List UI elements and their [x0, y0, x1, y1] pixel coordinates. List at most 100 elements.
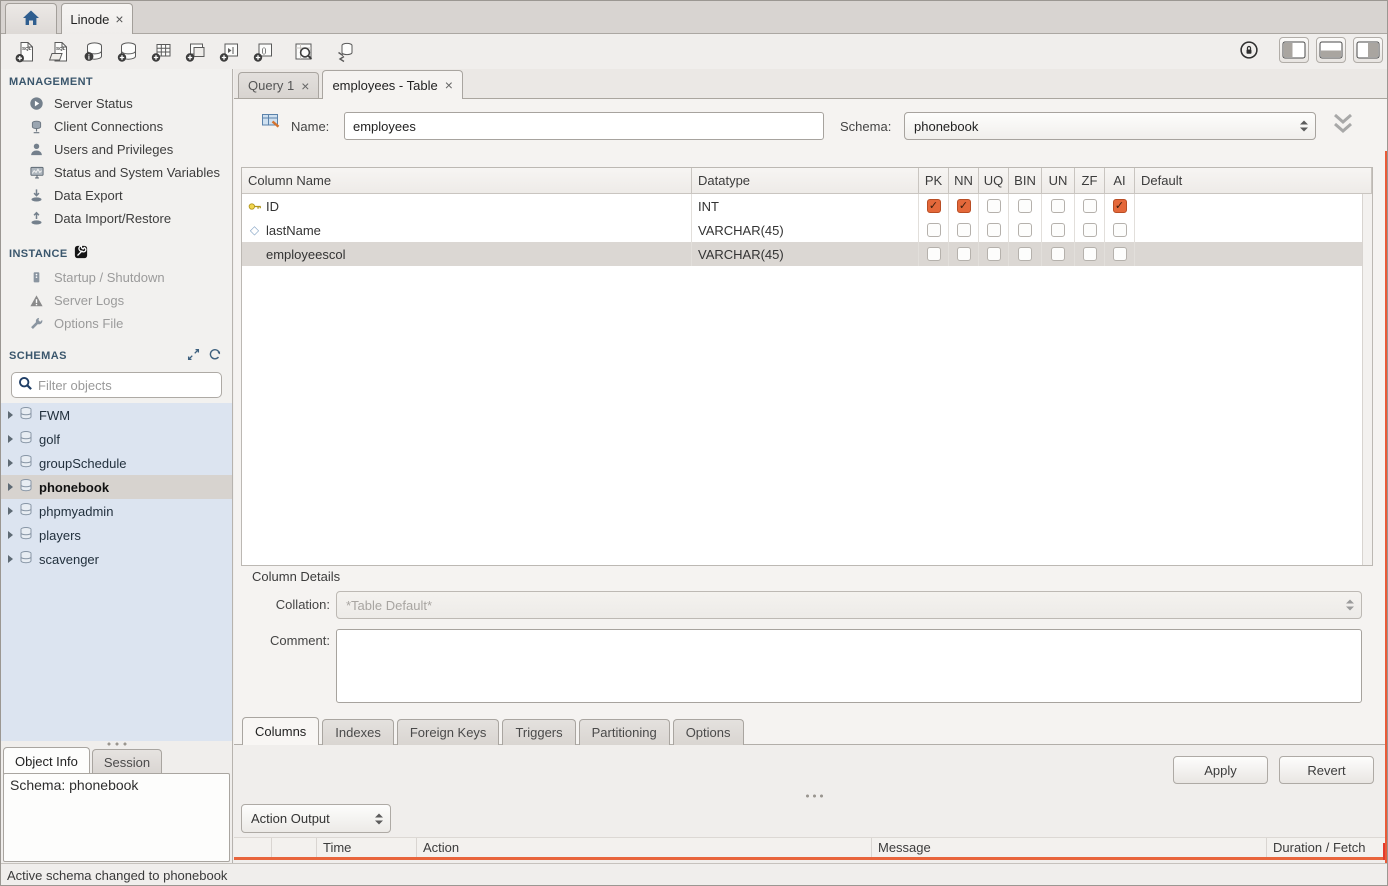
nn-checkbox[interactable] [957, 199, 971, 213]
header-bin[interactable]: BIN [1009, 168, 1042, 193]
create-table-button[interactable] [145, 38, 179, 66]
sidebar-item-startup-shutdown[interactable]: Startup / Shutdown [1, 266, 232, 289]
sidebar-item-data-export[interactable]: Data Export [1, 184, 232, 207]
pk-checkbox[interactable] [927, 223, 941, 237]
header-action[interactable]: Action [417, 838, 872, 857]
schema-inspector-button[interactable]: i [77, 38, 111, 66]
zf-checkbox[interactable] [1083, 247, 1097, 261]
grid-vertical-scrollbar[interactable] [1362, 194, 1372, 565]
toggle-left-panel-button[interactable] [1279, 37, 1309, 63]
home-tab[interactable] [5, 3, 57, 34]
output-type-select[interactable]: Action Output [241, 804, 391, 833]
create-view-button[interactable] [179, 38, 213, 66]
create-schema-button[interactable] [111, 38, 145, 66]
tab-session[interactable]: Session [92, 749, 162, 774]
uq-checkbox[interactable] [987, 223, 1001, 237]
apply-button[interactable]: Apply [1173, 756, 1268, 784]
expander-icon[interactable] [8, 507, 13, 515]
un-checkbox[interactable] [1051, 247, 1065, 261]
tab-foreign-keys[interactable]: Foreign Keys [397, 719, 500, 745]
tab-query-1[interactable]: Query 1 × [238, 72, 319, 98]
schema-item-phpmyadmin[interactable]: phpmyadmin [1, 499, 232, 523]
refresh-icon[interactable] [208, 348, 222, 364]
sidebar-item-options-file[interactable]: Options File [1, 312, 232, 335]
header-ai[interactable]: AI [1105, 168, 1135, 193]
header-duration-fetch[interactable]: Duration / Fetch [1267, 838, 1388, 857]
column-row-id[interactable]: ID INT [242, 194, 1372, 218]
ai-checkbox[interactable] [1113, 199, 1127, 213]
revert-button[interactable]: Revert [1279, 756, 1374, 784]
reconnect-dbms-button[interactable] [327, 38, 361, 66]
expander-icon[interactable] [8, 555, 13, 563]
tab-object-info[interactable]: Object Info [3, 747, 90, 774]
nn-checkbox[interactable] [957, 247, 971, 261]
ai-checkbox[interactable] [1113, 247, 1127, 261]
expander-icon[interactable] [8, 411, 13, 419]
header-zf[interactable]: ZF [1075, 168, 1105, 193]
open-sql-script-button[interactable]: SQL [43, 38, 77, 66]
schema-item-fwm[interactable]: FWM [1, 403, 232, 427]
expander-icon[interactable] [8, 531, 13, 539]
tab-columns[interactable]: Columns [242, 717, 319, 745]
sidebar-item-system-variables[interactable]: Status and System Variables [1, 161, 232, 184]
create-procedure-button[interactable] [213, 38, 247, 66]
schema-item-players[interactable]: players [1, 523, 232, 547]
schema-select[interactable]: phonebook [904, 112, 1316, 140]
search-table-data-button[interactable] [287, 38, 321, 66]
schema-item-groupschedule[interactable]: groupSchedule [1, 451, 232, 475]
bin-checkbox[interactable] [1018, 247, 1032, 261]
un-checkbox[interactable] [1051, 223, 1065, 237]
pk-checkbox[interactable] [927, 199, 941, 213]
close-icon[interactable]: × [115, 12, 123, 26]
column-row-employeescol[interactable]: employeescol VARCHAR(45) [242, 242, 1372, 266]
header-message[interactable]: Message [872, 838, 1267, 857]
sidebar-item-client-connections[interactable]: Client Connections [1, 115, 232, 138]
expand-header-chevron-icon[interactable] [1330, 113, 1356, 138]
zf-checkbox[interactable] [1083, 223, 1097, 237]
expander-icon[interactable] [8, 483, 13, 491]
schema-item-phonebook[interactable]: phonebook [1, 475, 232, 499]
close-icon[interactable]: × [445, 78, 453, 92]
schema-filter-input[interactable] [38, 378, 215, 393]
pk-checkbox[interactable] [927, 247, 941, 261]
toggle-right-panel-button[interactable] [1353, 37, 1383, 63]
header-uq[interactable]: UQ [979, 168, 1009, 193]
schema-item-scavenger[interactable]: scavenger [1, 547, 232, 571]
header-datatype[interactable]: Datatype [692, 168, 919, 193]
toggle-bottom-panel-button[interactable] [1316, 37, 1346, 63]
tab-partitioning[interactable]: Partitioning [579, 719, 670, 745]
header-column-name[interactable]: Column Name [242, 168, 692, 193]
sidebar-item-data-import[interactable]: Data Import/Restore [1, 207, 232, 230]
un-checkbox[interactable] [1051, 199, 1065, 213]
header-un[interactable]: UN [1042, 168, 1075, 193]
column-row-lastname[interactable]: ◇ lastName VARCHAR(45) [242, 218, 1372, 242]
tab-options[interactable]: Options [673, 719, 744, 745]
comment-textarea[interactable] [336, 629, 1362, 703]
tab-employees-table[interactable]: employees - Table × [322, 70, 462, 99]
uq-checkbox[interactable] [987, 199, 1001, 213]
zf-checkbox[interactable] [1083, 199, 1097, 213]
splitter-handle[interactable] [804, 794, 826, 798]
sidebar-item-users-privileges[interactable]: Users and Privileges [1, 138, 232, 161]
header-nn[interactable]: NN [949, 168, 979, 193]
panel-resize-handle[interactable] [105, 742, 129, 746]
header-pk[interactable]: PK [919, 168, 949, 193]
header-time[interactable]: Time [317, 838, 417, 857]
nn-checkbox[interactable] [957, 223, 971, 237]
collation-select[interactable]: *Table Default* [336, 591, 1362, 619]
sidebar-item-server-logs[interactable]: Server Logs [1, 289, 232, 312]
close-icon[interactable]: × [301, 79, 309, 93]
expander-icon[interactable] [8, 459, 13, 467]
output-splitter[interactable] [234, 791, 1388, 801]
expand-icon[interactable] [187, 348, 200, 364]
ai-checkbox[interactable] [1113, 223, 1127, 237]
sidebar-item-server-status[interactable]: Server Status [1, 92, 232, 115]
bin-checkbox[interactable] [1018, 223, 1032, 237]
header-default[interactable]: Default [1135, 168, 1372, 193]
new-sql-tab-button[interactable]: SQL [9, 38, 43, 66]
tab-triggers[interactable]: Triggers [502, 719, 575, 745]
tab-indexes[interactable]: Indexes [322, 719, 394, 745]
uq-checkbox[interactable] [987, 247, 1001, 261]
table-name-input[interactable] [344, 112, 824, 140]
connection-tab[interactable]: Linode × [61, 3, 133, 34]
